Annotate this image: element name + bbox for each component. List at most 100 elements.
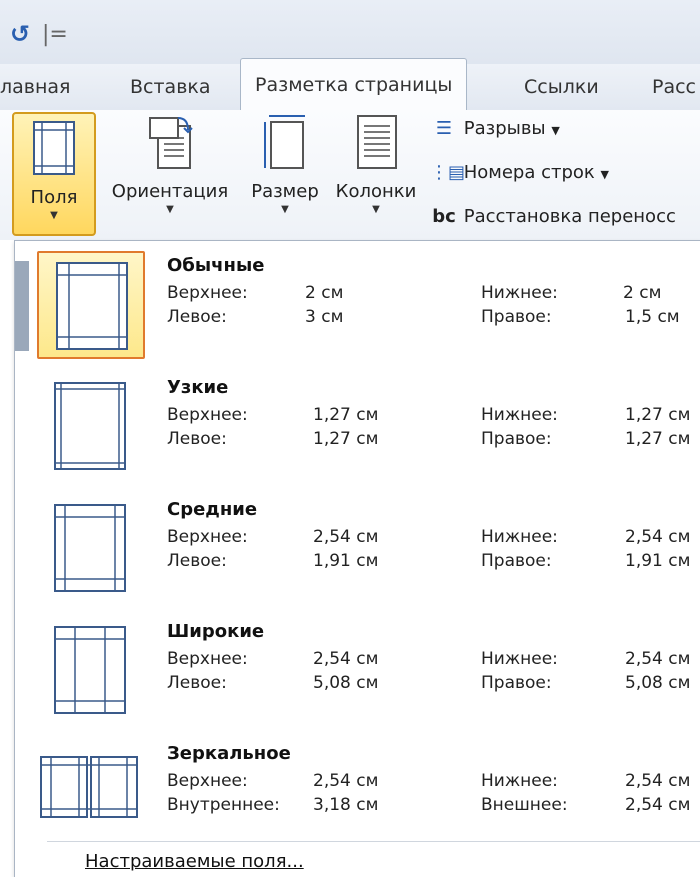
- columns-button[interactable]: Колонки ▼: [328, 112, 424, 215]
- right-label: Правое:: [481, 307, 552, 327]
- preset-title: Средние: [167, 499, 258, 520]
- preset-title: Обычные: [167, 255, 265, 276]
- top-value: 2,54 см: [313, 649, 379, 669]
- margin-normal-icon: [56, 262, 128, 350]
- outside-value: 2,54 см: [625, 795, 691, 815]
- line-numbers-button[interactable]: ⋮▤ Номера строк ▼: [430, 162, 609, 183]
- size-label: Размер: [251, 181, 319, 202]
- left-value: 3 см: [305, 307, 344, 327]
- columns-icon: [357, 115, 397, 169]
- right-label: Правое:: [481, 673, 552, 693]
- margin-preset-normal[interactable]: Обычные Верхнее: 2 см Нижнее: 2 см Левое…: [29, 241, 700, 363]
- tab-insert[interactable]: Вставка: [130, 76, 211, 98]
- chevron-down-icon: ▼: [600, 168, 610, 181]
- custom-margins-label: Настраиваемые поля...: [85, 851, 304, 872]
- preset-thumbnail: [37, 251, 145, 359]
- bottom-value: 2 см: [623, 283, 662, 303]
- chevron-down-icon: ▼: [166, 204, 174, 215]
- margin-preset-narrow[interactable]: Узкие Верхнее: 1,27 см Нижнее: 1,27 см Л…: [29, 363, 700, 485]
- right-value: 5,08 см: [625, 673, 691, 693]
- orientation-icon: [149, 117, 193, 169]
- margin-mirrored-icon: [40, 756, 138, 818]
- bottom-value: 2,54 см: [625, 771, 691, 791]
- left-label: Левое:: [167, 429, 227, 449]
- top-label: Верхнее:: [167, 405, 248, 425]
- hyphenation-label: Расстановка переносс: [463, 206, 676, 227]
- margins-dropdown: Обычные Верхнее: 2 см Нижнее: 2 см Левое…: [14, 240, 700, 877]
- tab-home[interactable]: лавная: [0, 76, 70, 98]
- margin-preset-wide[interactable]: Широкие Верхнее: 2,54 см Нижнее: 2,54 см…: [29, 607, 700, 729]
- right-value: 1,5 см: [625, 307, 680, 327]
- hyphenation-button[interactable]: bc Расстановка переносс: [430, 206, 676, 227]
- size-button[interactable]: Размер ▼: [244, 112, 326, 215]
- right-label: Правое:: [481, 551, 552, 571]
- left-label: Левое:: [167, 673, 227, 693]
- preset-thumbnail: [37, 373, 145, 481]
- bottom-label: Нижнее:: [481, 771, 558, 791]
- bottom-label: Нижнее:: [481, 527, 558, 547]
- line-numbers-icon: ⋮▤: [430, 162, 466, 183]
- tab-page-layout[interactable]: Разметка страницы: [240, 58, 468, 110]
- chevron-down-icon: ▼: [551, 124, 560, 137]
- size-icon: [264, 115, 305, 169]
- preset-thumbnail: [37, 739, 145, 847]
- bottom-value: 2,54 см: [625, 527, 691, 547]
- margins-button[interactable]: Поля ▼: [12, 112, 96, 236]
- bottom-value: 2,54 см: [625, 649, 691, 669]
- preset-thumbnail: [37, 617, 145, 725]
- top-value: 1,27 см: [313, 405, 379, 425]
- inside-label: Внутреннее:: [167, 795, 280, 815]
- margin-moderate-icon: [54, 504, 126, 592]
- chevron-down-icon: ▼: [372, 204, 380, 215]
- bottom-label: Нижнее:: [481, 283, 558, 303]
- right-label: Правое:: [481, 429, 552, 449]
- top-label: Верхнее:: [167, 649, 248, 669]
- margins-icon: [33, 121, 75, 175]
- ribbon-tabs: лавная Вставка Разметка страницы Ссылки …: [0, 58, 700, 111]
- breaks-label: Разрывы: [463, 118, 546, 139]
- preset-title: Зеркальное: [167, 743, 291, 764]
- columns-label: Колонки: [335, 181, 417, 202]
- top-label: Верхнее:: [167, 283, 248, 303]
- left-label: Левое:: [167, 551, 227, 571]
- breaks-button[interactable]: ☰ Разрывы ▼: [430, 118, 560, 139]
- left-label: Левое:: [167, 307, 227, 327]
- dropdown-edge: [15, 261, 29, 351]
- margin-preset-moderate[interactable]: Средние Верхнее: 2,54 см Нижнее: 2,54 см…: [29, 485, 700, 607]
- menu-divider: [47, 841, 700, 842]
- right-value: 1,27 см: [625, 429, 691, 449]
- quick-access-toolbar: ↺ |=: [0, 0, 700, 64]
- top-value: 2,54 см: [313, 771, 379, 791]
- left-value: 1,91 см: [313, 551, 379, 571]
- undo-icon[interactable]: ↺: [10, 20, 30, 48]
- line-numbers-label: Номера строк: [463, 162, 595, 183]
- customize-toolbar-icon[interactable]: |=: [42, 22, 68, 47]
- top-value: 2,54 см: [313, 527, 379, 547]
- preset-title: Узкие: [167, 377, 229, 398]
- left-value: 5,08 см: [313, 673, 379, 693]
- breaks-icon: ☰: [435, 118, 453, 139]
- custom-margins-menu-item[interactable]: Настраиваемые поля...: [85, 851, 304, 872]
- top-label: Верхнее:: [167, 771, 248, 791]
- bottom-label: Нижнее:: [481, 649, 558, 669]
- margin-narrow-icon: [54, 382, 126, 470]
- hyphenation-icon: bc: [432, 206, 456, 227]
- orientation-label: Ориентация: [111, 181, 229, 202]
- inside-value: 3,18 см: [313, 795, 379, 815]
- outside-label: Внешнее:: [481, 795, 568, 815]
- bottom-label: Нижнее:: [481, 405, 558, 425]
- preset-title: Широкие: [167, 621, 265, 642]
- preset-thumbnail: [37, 495, 145, 603]
- tab-mailings[interactable]: Расс: [652, 76, 696, 98]
- bottom-value: 1,27 см: [625, 405, 691, 425]
- left-value: 1,27 см: [313, 429, 379, 449]
- right-value: 1,91 см: [625, 551, 691, 571]
- orientation-button[interactable]: Ориентация ▼: [100, 112, 240, 215]
- top-label: Верхнее:: [167, 527, 248, 547]
- margins-label: Поля: [30, 187, 78, 208]
- top-value: 2 см: [305, 283, 344, 303]
- margin-preset-mirrored[interactable]: Зеркальное Верхнее: 2,54 см Нижнее: 2,54…: [29, 729, 700, 851]
- chevron-down-icon: ▼: [50, 210, 58, 221]
- tab-references[interactable]: Ссылки: [524, 76, 599, 98]
- ribbon-page-setup: Поля ▼ Ориентация ▼ Размер ▼ Колонки ▼ ☰…: [0, 110, 700, 240]
